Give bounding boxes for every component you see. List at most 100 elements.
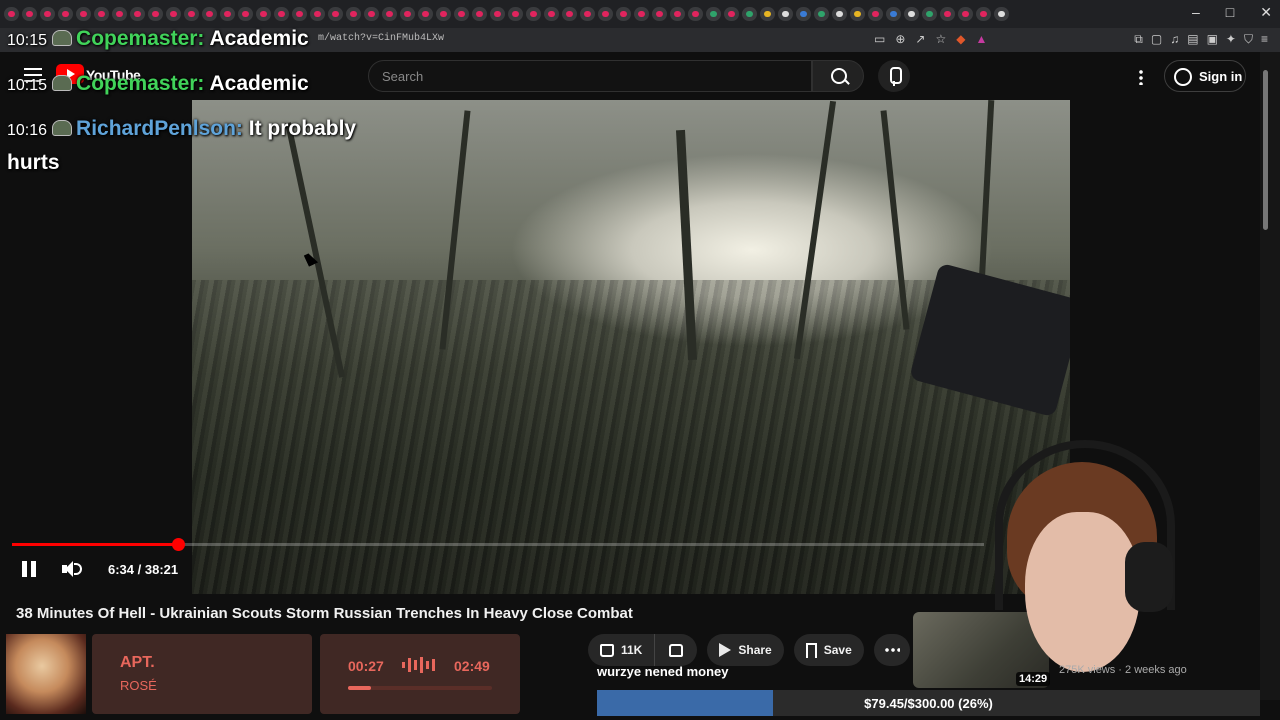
cast-icon[interactable]: ▭	[874, 32, 885, 46]
browser-tab[interactable]	[328, 7, 343, 21]
browser-tab[interactable]	[688, 7, 703, 21]
browser-tab[interactable]	[634, 7, 649, 21]
browser-tab[interactable]	[58, 7, 73, 21]
browser-tab[interactable]	[706, 7, 721, 21]
browser-tab[interactable]	[760, 7, 775, 21]
browser-tab[interactable]	[994, 7, 1009, 21]
browser-tab[interactable]	[814, 7, 829, 21]
leo-icon[interactable]: ✦	[1226, 32, 1236, 47]
browser-tab[interactable]	[148, 7, 163, 21]
browser-tab[interactable]	[976, 7, 991, 21]
browser-tab[interactable]	[436, 7, 451, 21]
browser-tab[interactable]	[364, 7, 379, 21]
tab-strip[interactable]	[4, 7, 1124, 21]
sign-in-label: Sign in	[1199, 69, 1243, 84]
browser-tab[interactable]	[202, 7, 217, 21]
browser-tab[interactable]	[922, 7, 937, 21]
brave-rewards-icon[interactable]: ▲	[975, 32, 987, 46]
tree-trunk	[880, 110, 910, 330]
browser-tab[interactable]	[418, 7, 433, 21]
browser-tab[interactable]	[742, 7, 757, 21]
pause-icon[interactable]	[20, 561, 38, 577]
browser-tab[interactable]	[166, 7, 181, 21]
share-icon	[719, 643, 732, 657]
browser-tab[interactable]	[652, 7, 667, 21]
url-text[interactable]: m/watch?v=CinFMub4LXw	[318, 33, 444, 44]
sidebar-icon[interactable]: ▢	[1151, 32, 1162, 47]
browser-tab[interactable]	[274, 7, 289, 21]
recommended-video-meta: 275K views · 2 weeks ago	[1059, 664, 1187, 676]
browser-tab[interactable]	[76, 7, 91, 21]
browser-tab[interactable]	[670, 7, 685, 21]
like-button[interactable]: 11K	[588, 634, 656, 666]
browser-tab[interactable]	[508, 7, 523, 21]
share-button[interactable]: Share	[707, 634, 784, 666]
extensions-icon[interactable]: ⧉	[1134, 32, 1143, 47]
browser-tab[interactable]	[526, 7, 541, 21]
reading-list-icon[interactable]: ▤	[1187, 32, 1198, 47]
browser-tab[interactable]	[832, 7, 847, 21]
voice-search-mic-icon[interactable]	[878, 60, 910, 92]
chat-message: 10:15 Copemaster: Academic	[7, 72, 309, 96]
scrollbar-thumb[interactable]	[1263, 70, 1268, 230]
page-scrollbar[interactable]	[1260, 52, 1280, 700]
browser-tab[interactable]	[454, 7, 469, 21]
browser-tab[interactable]	[22, 7, 37, 21]
bookmark-star-icon[interactable]: ☆	[935, 32, 946, 46]
browser-tab[interactable]	[238, 7, 253, 21]
more-actions-button[interactable]	[873, 634, 910, 666]
browser-tab[interactable]	[778, 7, 793, 21]
browser-tab[interactable]	[490, 7, 505, 21]
browser-tab[interactable]	[544, 7, 559, 21]
dislike-button[interactable]	[655, 634, 698, 666]
video-progress-bar[interactable]	[12, 538, 984, 551]
wallet-icon[interactable]: ▣	[1207, 32, 1218, 47]
search-button[interactable]	[812, 60, 864, 92]
browser-tab[interactable]	[292, 7, 307, 21]
share-page-icon[interactable]: ↗	[915, 32, 925, 46]
browser-tab[interactable]	[220, 7, 235, 21]
browser-tab[interactable]	[598, 7, 613, 21]
browser-tab[interactable]	[310, 7, 325, 21]
browser-menu-icon[interactable]: ≡	[1261, 32, 1268, 47]
video-player[interactable]	[192, 100, 1070, 594]
browser-tab[interactable]	[256, 7, 271, 21]
brave-shield-icon[interactable]: ◆	[956, 32, 965, 46]
browser-tab[interactable]	[616, 7, 631, 21]
browser-tab[interactable]	[850, 7, 865, 21]
browser-tab[interactable]	[94, 7, 109, 21]
vpn-icon[interactable]: ⛉	[1244, 32, 1253, 47]
search-input[interactable]: Search	[368, 60, 812, 92]
share-label: Share	[738, 643, 772, 657]
browser-tab[interactable]	[400, 7, 415, 21]
browser-tab[interactable]	[346, 7, 361, 21]
browser-tab[interactable]	[886, 7, 901, 21]
browser-tab[interactable]	[904, 7, 919, 21]
zoom-icon[interactable]: ⊕	[895, 32, 905, 46]
browser-tab[interactable]	[112, 7, 127, 21]
save-button[interactable]: Save	[793, 634, 864, 666]
browser-tab[interactable]	[940, 7, 955, 21]
browser-tab[interactable]	[868, 7, 883, 21]
browser-tab[interactable]	[796, 7, 811, 21]
browser-tab[interactable]	[724, 7, 739, 21]
media-icon[interactable]: ♫	[1170, 32, 1179, 47]
maximize-button[interactable]: □	[1226, 4, 1234, 21]
toolbar-icons: ⧉ ▢ ♫ ▤ ▣ ✦ ⛉ ≡	[1134, 32, 1268, 47]
close-window-button[interactable]: ✕	[1260, 4, 1272, 21]
chat-username: Copemaster:	[76, 72, 205, 95]
settings-kebab-icon[interactable]	[1139, 69, 1143, 85]
minimize-button[interactable]: –	[1192, 4, 1200, 21]
browser-tab[interactable]	[580, 7, 595, 21]
album-art	[6, 634, 86, 714]
browser-tab[interactable]	[4, 7, 19, 21]
browser-tab[interactable]	[130, 7, 145, 21]
sign-in-button[interactable]: Sign in	[1164, 60, 1246, 92]
browser-tab[interactable]	[958, 7, 973, 21]
browser-tab[interactable]	[562, 7, 577, 21]
browser-tab[interactable]	[472, 7, 487, 21]
browser-tab[interactable]	[40, 7, 55, 21]
browser-tab[interactable]	[382, 7, 397, 21]
browser-tab[interactable]	[184, 7, 199, 21]
thumbs-up-icon	[600, 643, 614, 657]
